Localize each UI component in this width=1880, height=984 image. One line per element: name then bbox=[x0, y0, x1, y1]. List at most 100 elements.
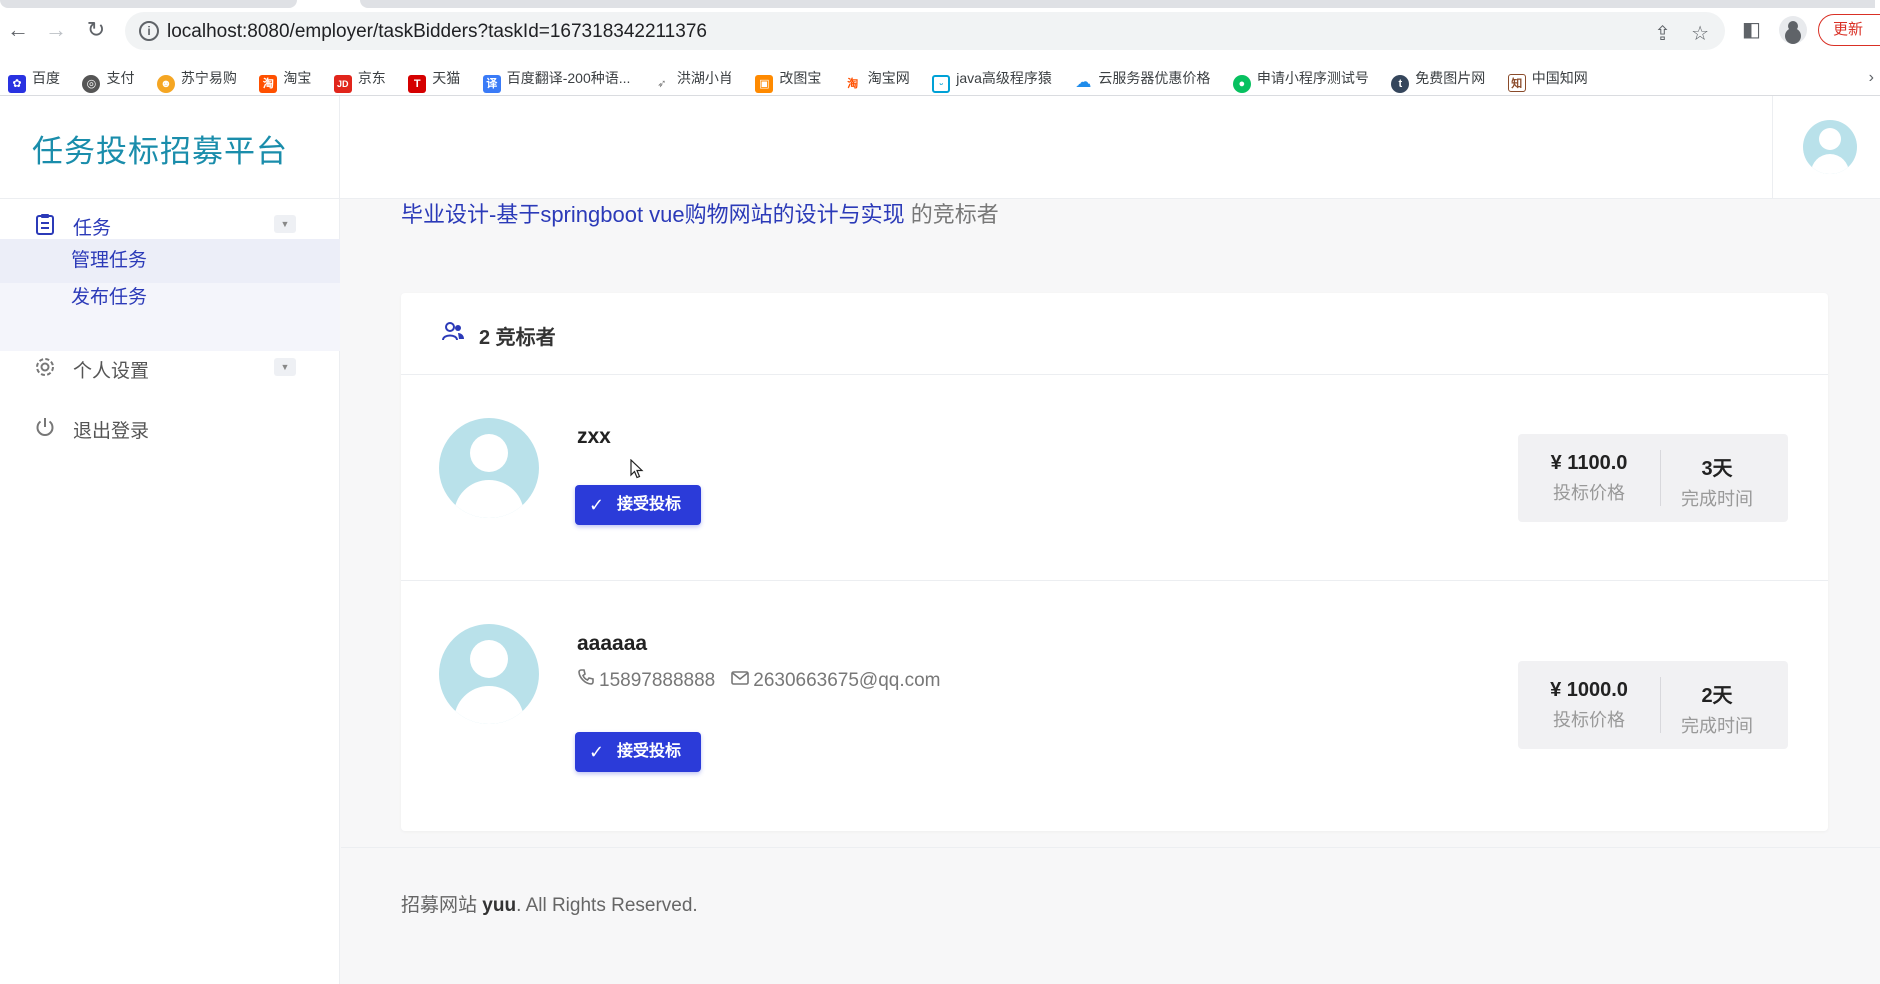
bookmark-item[interactable]: 淘淘宝 bbox=[259, 60, 321, 95]
chevron-down-icon[interactable]: ▼ bbox=[274, 358, 296, 376]
bidder-row: zxx ✓ 接受投标 ¥ 1100.0 投标价格 3天 完成时间 bbox=[401, 375, 1828, 581]
users-icon bbox=[441, 321, 465, 343]
user-avatar[interactable] bbox=[1803, 120, 1857, 174]
page-footer: 招募网站 yuu. All Rights Reserved. bbox=[341, 847, 1880, 984]
app-brand-title[interactable]: 任务投标招募平台 bbox=[32, 126, 288, 171]
bookmark-item[interactable]: ✿ 百度 bbox=[8, 60, 70, 95]
tmall-icon: T bbox=[408, 75, 427, 93]
jd-icon: JD bbox=[333, 75, 352, 93]
side-panel-icon[interactable]: ◧ bbox=[1742, 20, 1764, 40]
address-url[interactable]: localhost:8080/employer/taskBidders?task… bbox=[167, 21, 707, 43]
bid-price-label: 投标价格 bbox=[1553, 483, 1625, 503]
completion-time-stat: 2天 完成时间 bbox=[1646, 679, 1788, 738]
avatar bbox=[439, 624, 539, 724]
bookmark-item[interactable]: T 天猫 bbox=[408, 60, 470, 95]
bid-price-stat: ¥ 1100.0 投标价格 bbox=[1518, 452, 1660, 505]
inactive-tab-edge[interactable] bbox=[360, 0, 1875, 8]
sidebar-item-logout[interactable]: 退出登录 bbox=[0, 402, 340, 454]
header-user-area bbox=[1772, 96, 1880, 199]
accept-bid-button[interactable]: ✓ 接受投标 bbox=[575, 732, 701, 772]
taobao-icon: 淘 bbox=[843, 75, 862, 93]
update-button[interactable]: 更新 bbox=[1818, 14, 1880, 46]
bidder-contact: 15897888888 2630663675@qq.com bbox=[577, 668, 941, 692]
bookmarks-overflow-icon[interactable]: › bbox=[1869, 60, 1874, 95]
completion-time: 2天 bbox=[1701, 685, 1733, 707]
completion-time-stat: 3天 完成时间 bbox=[1646, 452, 1788, 511]
submenu-item-publish-task[interactable]: 发布任务 bbox=[0, 276, 340, 320]
bid-price-label: 投标价格 bbox=[1553, 710, 1625, 730]
back-arrow-icon[interactable]: ← bbox=[4, 16, 32, 44]
bookmark-item[interactable]: JD 京东 bbox=[333, 60, 396, 95]
page-title-suffix: 的竞标者 bbox=[904, 202, 999, 227]
check-icon: ✓ bbox=[589, 495, 605, 515]
bid-price: ¥ 1000.0 bbox=[1550, 679, 1628, 701]
task-submenu: 管理任务 发布任务 bbox=[0, 239, 340, 351]
bookmark-item[interactable]: 知中国知网 bbox=[1507, 60, 1598, 95]
cloud-icon: ☁ bbox=[1074, 74, 1093, 92]
forward-arrow-icon[interactable]: → bbox=[42, 16, 70, 44]
bidder-count-title: 2 竞标者 bbox=[479, 327, 556, 349]
completion-time-label: 完成时间 bbox=[1681, 489, 1753, 509]
bid-stats: ¥ 1100.0 投标价格 3天 完成时间 bbox=[1518, 434, 1788, 522]
page-title: 毕业设计-基于springboot vue购物网站的设计与实现 的竞标者 bbox=[401, 197, 999, 229]
profile-avatar-icon[interactable] bbox=[1779, 16, 1807, 44]
avatar bbox=[439, 418, 539, 518]
bookmark-item[interactable]: 淘淘宝网 bbox=[843, 60, 920, 95]
bird-icon: ➶ bbox=[652, 75, 671, 93]
copyright-text: 招募网站 yuu. All Rights Reserved. bbox=[401, 895, 698, 916]
sidebar-item-settings[interactable]: 个人设置 ▼ bbox=[0, 342, 340, 394]
tab-strip bbox=[0, 0, 1880, 8]
bookmark-item[interactable]: ● 申请小程序测试号 bbox=[1232, 60, 1379, 95]
chevron-down-icon[interactable]: ▼ bbox=[274, 215, 296, 233]
active-tab-edge[interactable] bbox=[0, 0, 297, 8]
bid-price: ¥ 1100.0 bbox=[1550, 452, 1628, 474]
bookmark-item[interactable]: t 免费图片网 bbox=[1391, 60, 1495, 95]
cnki-icon: 知 bbox=[1507, 74, 1526, 92]
suning-icon: ☻ bbox=[156, 75, 175, 93]
gear-icon bbox=[34, 356, 56, 378]
address-bar[interactable]: i localhost:8080/employer/taskBidders?ta… bbox=[125, 12, 1725, 50]
globe-icon: ◎ bbox=[82, 75, 101, 93]
translate-icon: 译 bbox=[482, 75, 501, 93]
sidebar: 任务 ▼ 管理任务 发布任务 个人设置 ▼ 退出登录 bbox=[0, 199, 340, 984]
mouse-cursor-icon bbox=[630, 458, 644, 479]
bidder-name: aaaaaa bbox=[577, 632, 648, 655]
mail-icon bbox=[731, 670, 750, 692]
baidu-paw-icon: ✿ bbox=[8, 75, 26, 93]
bid-stats: ¥ 1000.0 投标价格 2天 完成时间 bbox=[1518, 661, 1788, 749]
taobao-icon: 淘 bbox=[259, 75, 278, 93]
bookmark-item[interactable]: 译百度翻译-200种语... bbox=[482, 60, 641, 95]
accept-bid-button[interactable]: ✓ 接受投标 bbox=[575, 485, 701, 525]
bilibili-tv-icon: ᵕ bbox=[932, 75, 951, 93]
bidder-phone: 15897888888 bbox=[599, 670, 716, 691]
bookmarks-bar: ✿ 百度 ◎ 支付 ☻ 苏宁易购 淘淘宝 JD 京东 T 天猫 译百度翻译-200种语..… bbox=[0, 60, 1880, 96]
bookmark-star-icon[interactable]: ☆ bbox=[1691, 23, 1709, 45]
app-root: 任务投标招募平台 任务 ▼ 管理任务 发布任务 个人设置 ▼ 退出登录 毕业设计… bbox=[0, 96, 1880, 984]
bookmark-item[interactable]: ▣ 改图宝 bbox=[755, 60, 831, 95]
task-title-link[interactable]: 毕业设计-基于springboot vue购物网站的设计与实现 bbox=[401, 202, 905, 227]
sidebar-item-label: 退出登录 bbox=[73, 421, 150, 442]
reload-icon[interactable]: ↻ bbox=[82, 16, 110, 44]
bookmark-item[interactable]: ☻ 苏宁易购 bbox=[156, 60, 247, 95]
check-icon: ✓ bbox=[589, 742, 605, 762]
clipboard-icon bbox=[34, 213, 56, 235]
bid-price-stat: ¥ 1000.0 投标价格 bbox=[1518, 679, 1660, 732]
app-header: 任务投标招募平台 bbox=[0, 96, 1880, 199]
site-info-icon[interactable]: i bbox=[139, 21, 159, 41]
sidebar-item-label: 任务 bbox=[73, 218, 112, 239]
bookmark-item[interactable]: ◎ 支付 bbox=[82, 60, 144, 95]
wechat-icon: ● bbox=[1232, 75, 1251, 93]
completion-time: 3天 bbox=[1701, 458, 1733, 480]
bookmark-item[interactable]: ➶ 洪湖小肖 bbox=[652, 60, 743, 95]
share-icon[interactable]: ⇪ bbox=[1654, 23, 1671, 45]
phone-icon bbox=[577, 668, 595, 692]
bookmark-item[interactable]: ᵕ java高级程序猿 bbox=[932, 60, 1062, 95]
main-content: 毕业设计-基于springboot vue购物网站的设计与实现 的竞标者 2 竞… bbox=[341, 199, 1880, 984]
bidder-row: aaaaaa 15897888888 2630663675@qq.com ✓ 接… bbox=[401, 582, 1828, 831]
bookmark-item[interactable]: ☁ 云服务器优惠价格 bbox=[1074, 60, 1220, 95]
bidder-email: 2630663675@qq.com bbox=[753, 670, 941, 691]
completion-time-label: 完成时间 bbox=[1681, 716, 1753, 736]
brand-area: 任务投标招募平台 bbox=[0, 96, 340, 199]
power-icon bbox=[34, 416, 56, 438]
bidder-name: zxx bbox=[577, 425, 611, 448]
